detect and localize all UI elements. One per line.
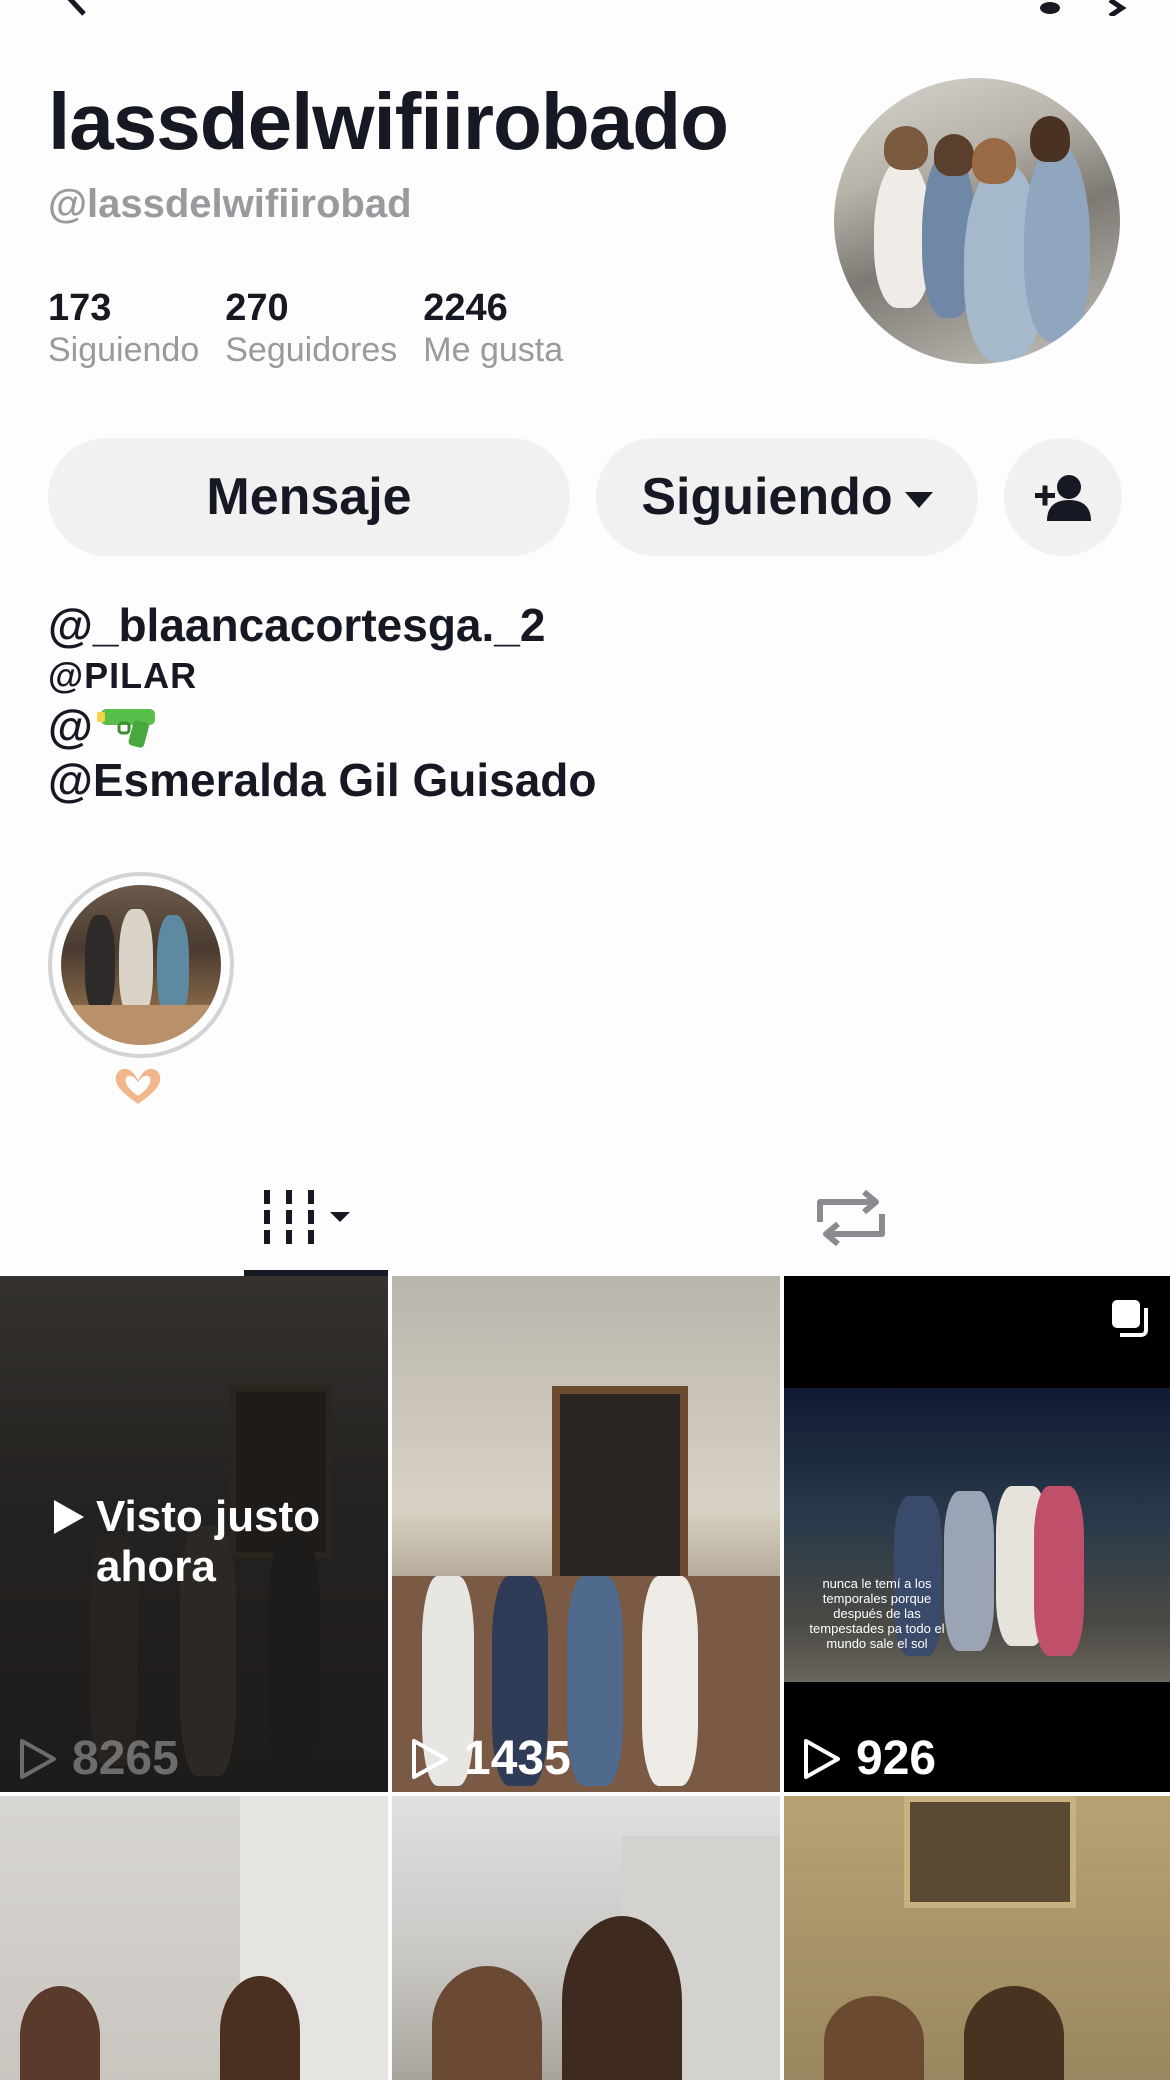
avatar-figure bbox=[1024, 142, 1090, 342]
bio-mention-prefix: @ bbox=[48, 700, 93, 752]
stat-following-label: Siguiendo bbox=[48, 331, 200, 369]
avatar-head bbox=[1030, 116, 1070, 162]
bio-mention[interactable]: @PILAR bbox=[48, 652, 596, 700]
avatar-head bbox=[884, 126, 928, 170]
water-pistol-emoji-icon bbox=[96, 709, 155, 748]
profile-bio: @_blaancacortesga._2 @PILAR @ @Esmeralda… bbox=[48, 598, 596, 808]
play-outline-icon bbox=[412, 1738, 448, 1779]
video-thumbnail[interactable]: Visto justo ahora 8265 bbox=[0, 1276, 388, 1792]
following-dropdown-button[interactable]: Siguiendo bbox=[596, 438, 978, 556]
video-thumbnail[interactable] bbox=[392, 1796, 780, 2080]
suggest-accounts-button[interactable] bbox=[1004, 438, 1122, 556]
video-thumbnail[interactable]: nunca le temí a los temporales porque de… bbox=[784, 1276, 1170, 1792]
avatar-head bbox=[972, 138, 1016, 184]
stat-following-value: 173 bbox=[48, 287, 112, 329]
story-highlight[interactable] bbox=[48, 872, 234, 1058]
tab-videos[interactable] bbox=[244, 1160, 388, 1276]
heart-hands-emoji-icon bbox=[115, 1068, 161, 1104]
recently-viewed-label: Visto justo ahora bbox=[52, 1492, 356, 1592]
play-icon bbox=[54, 1500, 84, 1534]
stat-likes[interactable]: 2246 Me gusta bbox=[423, 286, 563, 370]
video-thumbnail[interactable] bbox=[784, 1796, 1170, 2080]
video-caption: nunca le temí a los temporales porque de… bbox=[809, 1576, 945, 1651]
bio-mention[interactable]: @_blaancacortesga._2 bbox=[48, 598, 596, 652]
play-outline-icon bbox=[20, 1738, 56, 1779]
top-navigation-bar bbox=[0, 0, 1170, 16]
profile-stats: 173 Siguiendo 270 Seguidores 2246 Me gus… bbox=[48, 286, 563, 370]
back-arrow-icon[interactable] bbox=[60, 0, 94, 16]
stat-likes-label: Me gusta bbox=[423, 331, 564, 369]
profile-username: @lassdelwifiirobad bbox=[48, 182, 412, 226]
stat-likes-value: 2246 bbox=[423, 287, 508, 329]
stat-followers[interactable]: 270 Seguidores bbox=[225, 286, 397, 370]
stat-followers-value: 270 bbox=[225, 287, 289, 329]
profile-tabs bbox=[0, 1160, 1170, 1276]
stat-following[interactable]: 173 Siguiendo bbox=[48, 286, 199, 370]
profile-avatar[interactable] bbox=[834, 78, 1120, 364]
view-count: 1435 bbox=[410, 1731, 571, 1786]
profile-display-name: lassdelwifiirobado bbox=[48, 77, 729, 166]
view-count: 926 bbox=[802, 1731, 936, 1786]
view-count: 8265 bbox=[18, 1731, 179, 1786]
play-outline-icon bbox=[804, 1738, 840, 1779]
story-highlight-thumbnail bbox=[61, 885, 221, 1045]
message-button-label: Mensaje bbox=[206, 468, 412, 526]
grid-columns-icon bbox=[264, 1190, 350, 1244]
video-thumbnail[interactable] bbox=[0, 1796, 388, 2080]
avatar-head bbox=[934, 134, 974, 176]
following-button-label: Siguiendo bbox=[641, 468, 893, 526]
stat-followers-label: Seguidores bbox=[225, 331, 398, 369]
video-thumbnail[interactable]: 1435 bbox=[392, 1276, 780, 1792]
multiple-photos-icon bbox=[1112, 1300, 1148, 1337]
message-button[interactable]: Mensaje bbox=[48, 438, 570, 556]
bio-mention[interactable]: @ bbox=[48, 700, 596, 752]
bio-mention[interactable]: @Esmeralda Gil Guisado bbox=[48, 752, 596, 808]
repost-icon[interactable] bbox=[810, 1188, 892, 1248]
notification-and-share-icons[interactable] bbox=[1030, 0, 1130, 16]
add-user-icon bbox=[1035, 475, 1091, 521]
caret-down-icon bbox=[904, 492, 933, 508]
